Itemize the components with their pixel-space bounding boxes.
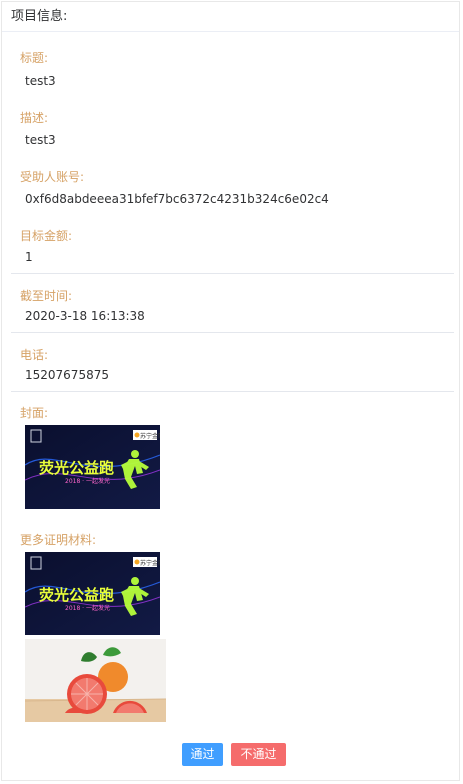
phone-label: 电话: bbox=[20, 348, 49, 362]
cover-label: 封面: bbox=[20, 406, 49, 420]
cover-image[interactable]: 苏宁金融 荧光公益跑 2018 · 一起发光 bbox=[25, 425, 160, 509]
deadline-label: 截至时间: bbox=[20, 289, 73, 303]
beneficiary-account-value: 0xf6d8abdeeea31bfef7bc6372c4231b324c6e02… bbox=[25, 192, 329, 206]
title-value: test3 bbox=[25, 74, 56, 88]
poster-subline: 2018 · 一起发光 bbox=[65, 604, 110, 612]
poster-subline: 2018 · 一起发光 bbox=[65, 477, 110, 485]
poster-headline: 荧光公益跑 bbox=[39, 586, 114, 604]
deadline-value: 2020-3-18 16:13:38 bbox=[25, 309, 145, 323]
sponsor-text: 苏宁金融 bbox=[140, 432, 160, 440]
divider bbox=[11, 273, 454, 274]
approve-button[interactable]: 通过 bbox=[182, 743, 223, 766]
grapefruit-photo-graphic bbox=[25, 639, 166, 722]
cover-poster-graphic: 苏宁金融 荧光公益跑 2018 · 一起发光 bbox=[25, 425, 160, 509]
phone-value: 15207675875 bbox=[25, 368, 109, 382]
reject-button[interactable]: 不通过 bbox=[231, 743, 286, 766]
title-label: 标题: bbox=[20, 51, 49, 65]
description-value: test3 bbox=[25, 133, 56, 147]
material-image[interactable]: 苏宁金融 荧光公益跑 2018 · 一起发光 bbox=[25, 552, 160, 635]
project-info-card: 项目信息: 标题: test3 描述: test3 受助人账号: 0xf6d8a… bbox=[1, 1, 460, 781]
sponsor-text: 苏宁金融 bbox=[140, 559, 160, 567]
beneficiary-account-label: 受助人账号: bbox=[20, 170, 85, 184]
description-label: 描述: bbox=[20, 111, 49, 125]
divider bbox=[11, 391, 454, 392]
divider bbox=[11, 332, 454, 333]
target-amount-label: 目标金额: bbox=[20, 229, 73, 243]
material-image[interactable] bbox=[25, 639, 166, 722]
card-title: 项目信息: bbox=[2, 2, 459, 32]
poster-headline: 荧光公益跑 bbox=[39, 459, 114, 477]
material-poster-graphic: 苏宁金融 荧光公益跑 2018 · 一起发光 bbox=[25, 552, 160, 635]
target-amount-value: 1 bbox=[25, 250, 33, 264]
more-materials-label: 更多证明材料: bbox=[20, 533, 97, 547]
